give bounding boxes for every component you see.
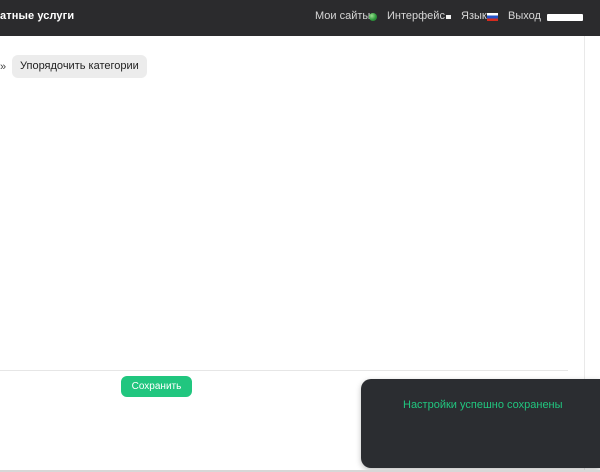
sort-categories-button[interactable]: Упорядочить категории (12, 55, 147, 78)
nav-interface[interactable]: Интерфейс (387, 10, 445, 22)
top-navigation-bar: атные услуги Мои сайты Интерфейс Язык Вы… (0, 0, 600, 36)
breadcrumb-separator: » (0, 61, 7, 73)
nav-language[interactable]: Язык (461, 10, 487, 22)
save-button[interactable]: Сохранить (121, 376, 192, 397)
profile-bar-icon[interactable] (547, 14, 583, 21)
nav-logout[interactable]: Выход (508, 10, 541, 22)
globe-icon (369, 13, 377, 21)
square-icon (446, 15, 451, 19)
footer-divider (0, 370, 568, 371)
success-toast: Настройки успешно сохранены (361, 379, 600, 468)
brand-title[interactable]: атные услуги (0, 10, 74, 22)
toast-message: Настройки успешно сохранены (403, 399, 563, 411)
nav-my-sites[interactable]: Мои сайты (315, 10, 370, 22)
russia-flag-icon (487, 13, 498, 21)
